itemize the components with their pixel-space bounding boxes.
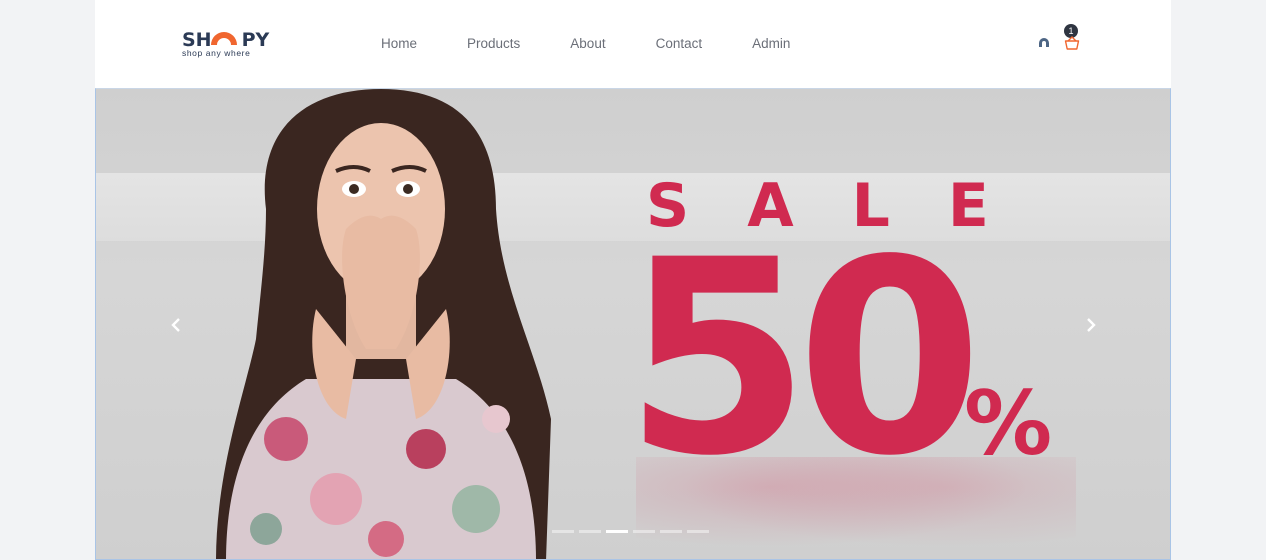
nav-admin-link[interactable]: Admin [752, 34, 790, 54]
carousel-indicator[interactable] [687, 530, 709, 533]
model-photo [216, 89, 551, 559]
main-nav: Home Products About Contact Admin [381, 34, 790, 54]
carousel-indicators [552, 530, 714, 534]
nav-contact-link[interactable]: Contact [656, 34, 703, 54]
cart-button[interactable]: 1 [1061, 24, 1083, 52]
page-container: SH PY shop any where Home Products About … [95, 0, 1171, 560]
carousel-indicator-active[interactable] [606, 530, 628, 533]
logo-tagline: shop any where [182, 48, 251, 58]
discount-value: 50 [624, 203, 983, 515]
discount-percent-sign: % [964, 372, 1053, 475]
user-icon[interactable] [1037, 36, 1051, 50]
site-logo[interactable]: SH PY shop any where [182, 30, 272, 60]
chevron-left-icon[interactable] [166, 313, 186, 337]
chevron-right-icon[interactable] [1081, 313, 1101, 337]
nav-products-link[interactable]: Products [467, 34, 520, 54]
nav-home-link[interactable]: Home [381, 34, 417, 54]
carousel-indicator[interactable] [579, 530, 601, 533]
hero-carousel: SALE 50 % [95, 88, 1171, 560]
basket-icon [1064, 36, 1080, 50]
carousel-indicator[interactable] [552, 530, 574, 533]
nav-about-link[interactable]: About [570, 34, 605, 54]
site-header: SH PY shop any where Home Products About … [95, 0, 1171, 88]
logo-arc-icon [211, 32, 237, 45]
carousel-indicator[interactable] [660, 530, 682, 533]
carousel-indicator[interactable] [633, 530, 655, 533]
